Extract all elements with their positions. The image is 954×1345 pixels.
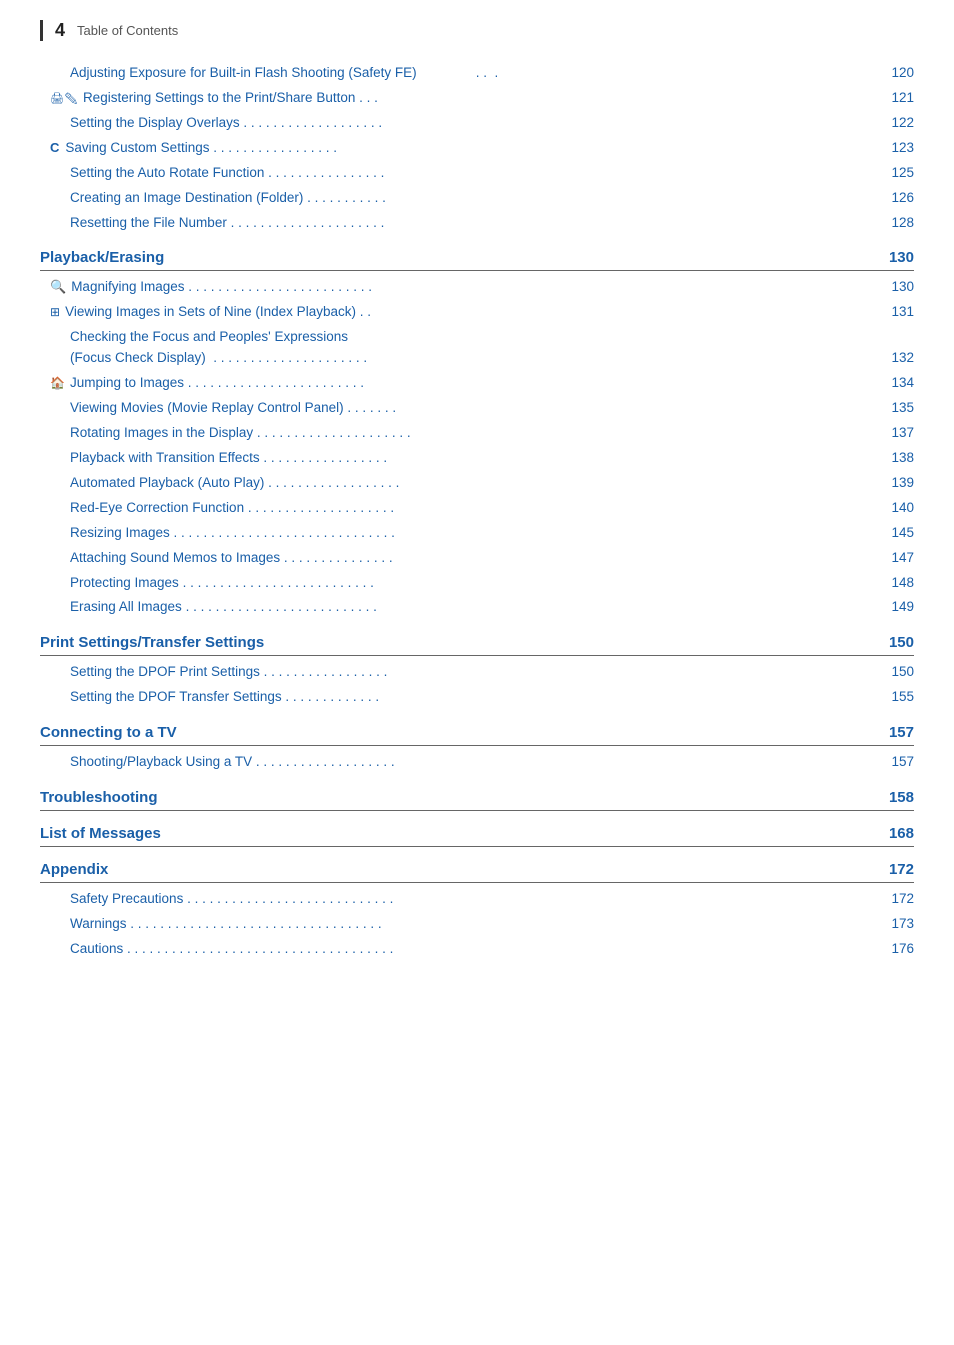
appendix-header: Appendix 172 — [40, 855, 914, 883]
print-settings-title: Print Settings/Transfer Settings — [40, 634, 264, 651]
list-item[interactable]: Attaching Sound Memos to Images . . . . … — [40, 546, 914, 571]
list-item[interactable]: Creating an Image Destination (Folder) .… — [40, 186, 914, 211]
list-item[interactable]: Cautions . . . . . . . . . . . . . . . .… — [40, 937, 914, 962]
list-item[interactable]: ⊞ Viewing Images in Sets of Nine (Index … — [40, 300, 914, 325]
list-item[interactable]: Playback with Transition Effects . . . .… — [40, 446, 914, 471]
playback-erasing-header: Playback/Erasing 130 — [40, 243, 914, 271]
page-title: Table of Contents — [77, 23, 178, 38]
playback-erasing-page: 130 — [874, 249, 914, 266]
playback-erasing-title: Playback/Erasing — [40, 249, 164, 266]
list-item[interactable]: Viewing Movies (Movie Replay Control Pan… — [40, 396, 914, 421]
print-settings-page: 150 — [874, 634, 914, 651]
list-item[interactable]: Resetting the File Number . . . . . . . … — [40, 211, 914, 236]
jump-icon: 🏠 — [50, 374, 65, 393]
connecting-tv-title: Connecting to a TV — [40, 724, 177, 741]
appendix-page: 172 — [874, 861, 914, 878]
troubleshooting-title: Troubleshooting — [40, 789, 158, 806]
list-item[interactable]: Protecting Images . . . . . . . . . . . … — [40, 571, 914, 596]
playback-erasing-section: Playback/Erasing 130 🔍 Magnifying Images… — [40, 243, 914, 620]
print-settings-header: Print Settings/Transfer Settings 150 — [40, 628, 914, 656]
troubleshooting-header: Troubleshooting 158 — [40, 783, 914, 811]
list-messages-title: List of Messages — [40, 825, 161, 842]
list-item[interactable]: Setting the Auto Rotate Function . . . .… — [40, 161, 914, 186]
list-item[interactable]: Safety Precautions . . . . . . . . . . .… — [40, 887, 914, 912]
list-messages-header: List of Messages 168 — [40, 819, 914, 847]
connecting-tv-header: Connecting to a TV 157 — [40, 718, 914, 746]
list-item[interactable]: 🔍 Magnifying Images . . . . . . . . . . … — [40, 275, 914, 300]
list-item[interactable]: Adjusting Exposure for Built-in Flash Sh… — [40, 61, 914, 86]
list-item[interactable]: Setting the DPOF Transfer Settings . . .… — [40, 685, 914, 710]
list-item[interactable]: C Saving Custom Settings . . . . . . . .… — [40, 136, 914, 161]
list-item[interactable]: 🖨✏ Registering Settings to the Print/Sha… — [40, 86, 914, 111]
page-header: 4 Table of Contents — [40, 20, 914, 41]
top-entries-section: Adjusting Exposure for Built-in Flash Sh… — [40, 61, 914, 235]
print-settings-section: Print Settings/Transfer Settings 150 Set… — [40, 628, 914, 710]
list-messages-page: 168 — [874, 825, 914, 842]
list-item[interactable]: Rotating Images in the Display . . . . .… — [40, 421, 914, 446]
connecting-tv-page: 157 — [874, 724, 914, 741]
list-item[interactable]: 🏠 Jumping to Images . . . . . . . . . . … — [40, 371, 914, 396]
print-share-icon: 🖨✏ — [50, 91, 78, 108]
page-number: 4 — [55, 20, 65, 41]
list-item[interactable]: Red-Eye Correction Function . . . . . . … — [40, 496, 914, 521]
troubleshooting-page: 158 — [874, 789, 914, 806]
list-item[interactable]: Setting the DPOF Print Settings . . . . … — [40, 660, 914, 685]
list-item[interactable]: Checking the Focus and Peoples' Expressi… — [40, 325, 914, 371]
index-icon: ⊞ — [50, 303, 60, 322]
list-item[interactable]: Shooting/Playback Using a TV . . . . . .… — [40, 750, 914, 775]
custom-settings-icon: C — [50, 138, 59, 158]
magnify-icon: 🔍 — [50, 277, 66, 297]
list-item[interactable]: Setting the Display Overlays . . . . . .… — [40, 111, 914, 136]
connecting-tv-section: Connecting to a TV 157 Shooting/Playback… — [40, 718, 914, 775]
list-item[interactable]: Warnings . . . . . . . . . . . . . . . .… — [40, 912, 914, 937]
appendix-title: Appendix — [40, 861, 108, 878]
list-item[interactable]: Automated Playback (Auto Play) . . . . .… — [40, 471, 914, 496]
appendix-section: Appendix 172 Safety Precautions . . . . … — [40, 855, 914, 962]
troubleshooting-section: Troubleshooting 158 — [40, 783, 914, 811]
list-item[interactable]: Erasing All Images . . . . . . . . . . .… — [40, 595, 914, 620]
list-messages-section: List of Messages 168 — [40, 819, 914, 847]
list-item[interactable]: Resizing Images . . . . . . . . . . . . … — [40, 521, 914, 546]
